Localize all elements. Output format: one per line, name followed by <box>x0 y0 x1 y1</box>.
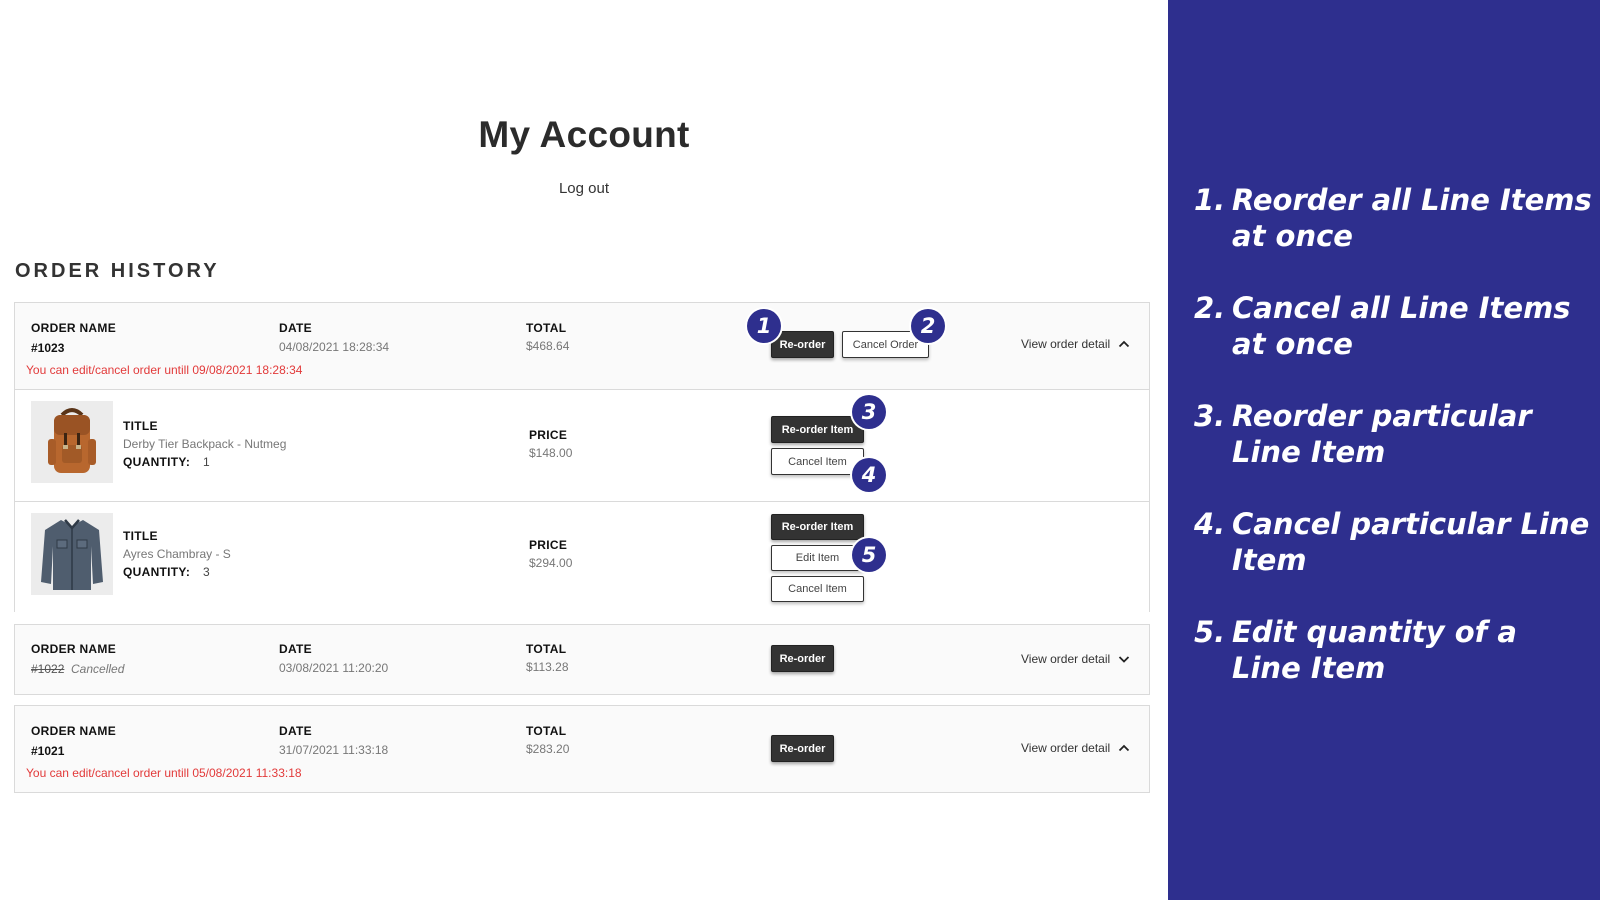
feature-panel: 1. Reorder all Line Items at once 2. Can… <box>1168 0 1600 900</box>
order-total: $283.20 <box>526 742 570 756</box>
order-name-label: ORDER NAME <box>31 724 117 738</box>
order-date: 31/07/2021 11:33:18 <box>279 743 389 757</box>
edit-deadline-notice: You can edit/cancel order untill 09/08/2… <box>26 363 303 377</box>
cancel-item-button[interactable]: Cancel Item <box>771 576 864 602</box>
backpack-icon <box>48 408 96 473</box>
order-name-label: ORDER NAME <box>31 321 117 335</box>
item-price-label: PRICE <box>529 428 568 442</box>
callout-badge-5: 5 <box>852 538 886 572</box>
logout-link[interactable]: Log out <box>0 180 1168 197</box>
order-total: $113.28 <box>526 660 569 674</box>
total-label: TOTAL <box>526 724 567 738</box>
order-name: #1021 <box>31 744 65 758</box>
feature-text: Reorder particular Line Item <box>1232 399 1532 469</box>
chevron-up-icon <box>1119 340 1130 348</box>
item-quantity-label: QUANTITY: <box>123 565 191 579</box>
view-order-detail-toggle[interactable]: View order detail <box>1021 337 1130 351</box>
item-price: $148.00 <box>529 446 573 460</box>
view-detail-label: View order detail <box>1021 741 1111 755</box>
view-detail-label: View order detail <box>1021 337 1111 351</box>
feature-number: 3. <box>1194 399 1226 433</box>
order-card: ORDER NAME #1021 DATE 31/07/2021 11:33:1… <box>14 705 1150 793</box>
feature-item: 4. Cancel particular Line Item <box>1194 506 1594 578</box>
feature-item: 1. Reorder all Line Items at once <box>1194 182 1594 254</box>
total-label: TOTAL <box>526 321 567 335</box>
order-name-label: ORDER NAME <box>31 642 117 656</box>
callout-badge-3: 3 <box>852 395 886 429</box>
item-quantity-label: QUANTITY: <box>123 455 191 469</box>
order-card-bottom-border <box>14 792 1150 793</box>
order-header: ORDER NAME #1023 DATE 04/08/2021 18:28:3… <box>15 303 1149 389</box>
item-quantity: 3 <box>203 565 210 579</box>
feature-number: 2. <box>1194 291 1226 325</box>
reorder-item-button[interactable]: Re-order Item <box>771 514 864 540</box>
order-card: ORDER NAME #1023 DATE 04/08/2021 18:28:3… <box>14 302 1150 613</box>
order-name: #1023 <box>31 341 65 355</box>
edit-deadline-notice: You can edit/cancel order untill 05/08/2… <box>26 766 302 780</box>
date-label: DATE <box>279 321 312 335</box>
shirt-icon <box>41 519 103 590</box>
order-status: Cancelled <box>71 662 125 676</box>
view-order-detail-toggle[interactable]: View order detail <box>1021 741 1130 755</box>
feature-item: 3. Reorder particular Line Item <box>1194 398 1594 470</box>
order-name: #1022 <box>31 662 65 676</box>
chevron-down-icon <box>1119 656 1130 663</box>
reorder-button[interactable]: Re-order <box>771 735 834 762</box>
backpack-image <box>31 401 113 483</box>
order-history-heading: ORDER HISTORY <box>15 260 220 282</box>
item-title-label: TITLE <box>123 419 158 433</box>
item-title-label: TITLE <box>123 529 158 543</box>
account-page: My Account Log out ORDER HISTORY ORDER N… <box>0 0 1168 900</box>
date-label: DATE <box>279 724 312 738</box>
order-card: ORDER NAME #1022 Cancelled DATE 03/08/20… <box>14 624 1150 695</box>
callout-badge-4: 4 <box>852 458 886 492</box>
date-label: DATE <box>279 642 312 656</box>
view-detail-label: View order detail <box>1021 652 1111 666</box>
shirt-image <box>31 513 113 595</box>
reorder-item-button[interactable]: Re-order Item <box>771 416 864 443</box>
callout-badge-1: 1 <box>747 309 781 343</box>
feature-text: Cancel particular Line Item <box>1232 507 1590 577</box>
item-title: Derby Tier Backpack - Nutmeg <box>123 437 287 451</box>
feature-number: 5. <box>1194 615 1226 649</box>
cancel-item-button[interactable]: Cancel Item <box>771 448 864 475</box>
feature-number: 4. <box>1194 507 1226 541</box>
chevron-up-icon <box>1119 744 1130 752</box>
reorder-button[interactable]: Re-order <box>771 645 834 672</box>
item-price-label: PRICE <box>529 538 568 552</box>
item-price: $294.00 <box>529 556 573 570</box>
reorder-button[interactable]: Re-order <box>771 331 834 358</box>
callout-badge-2: 2 <box>911 309 945 343</box>
feature-text: Edit quantity of a Line Item <box>1232 615 1517 685</box>
item-quantity: 1 <box>203 455 210 469</box>
line-item: TITLE Derby Tier Backpack - Nutmeg QUANT… <box>15 389 1149 501</box>
feature-item: 5. Edit quantity of a Line Item <box>1194 614 1594 686</box>
item-title: Ayres Chambray - S <box>123 547 231 561</box>
line-item: TITLE Ayres Chambray - S QUANTITY: 3 PRI… <box>15 501 1149 613</box>
feature-item: 2. Cancel all Line Items at once <box>1194 290 1594 362</box>
edit-item-button[interactable]: Edit Item <box>771 545 864 571</box>
feature-number: 1. <box>1194 183 1226 217</box>
total-label: TOTAL <box>526 642 567 656</box>
order-date: 04/08/2021 18:28:34 <box>279 340 390 354</box>
feature-text: Reorder all Line Items at once <box>1232 183 1592 253</box>
view-order-detail-toggle[interactable]: View order detail <box>1021 652 1130 666</box>
order-date: 03/08/2021 11:20:20 <box>279 661 389 675</box>
order-total: $468.64 <box>526 339 570 353</box>
feature-text: Cancel all Line Items at once <box>1232 291 1571 361</box>
page-title: My Account <box>478 114 690 155</box>
